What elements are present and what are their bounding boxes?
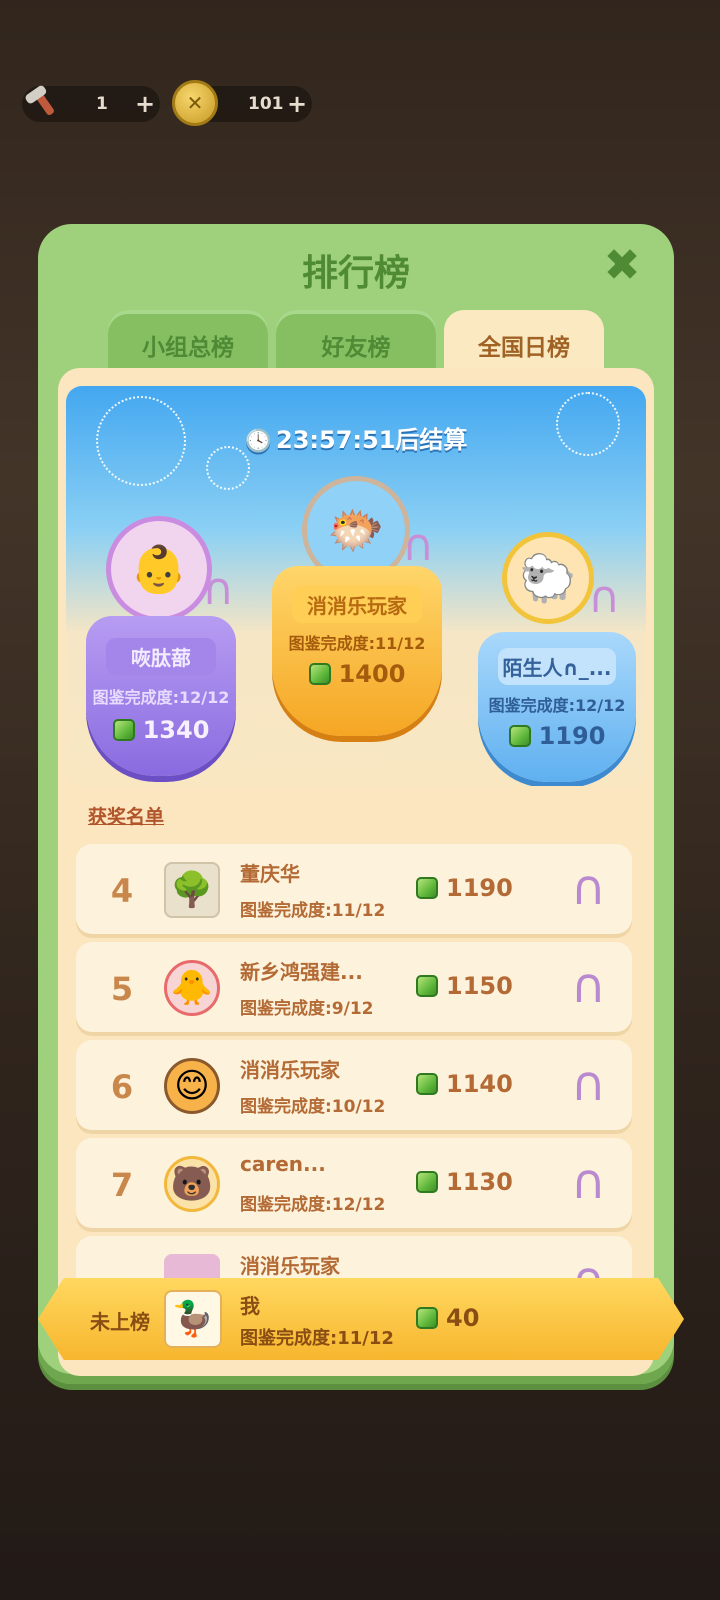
player-score: 1130: [416, 1168, 513, 1196]
avatar: 🌳: [164, 862, 220, 918]
resource-bar: 1 + ✕ 101 +: [22, 80, 312, 126]
player-score: 1140: [416, 1070, 513, 1098]
clock-icon: 🕓: [244, 429, 272, 454]
player-name: 消消乐玩家: [292, 586, 422, 623]
hammer-counter: 1 +: [22, 85, 160, 122]
player-completion: 图鉴完成度:10/12: [240, 1097, 386, 1117]
gem-icon: [416, 1073, 438, 1095]
player-name: 董庆华: [240, 862, 300, 886]
my-rank-label: 未上榜: [90, 1310, 150, 1334]
player-name: 消消乐玩家: [240, 1058, 340, 1082]
timer-suffix: 后结算: [395, 426, 468, 454]
gem-icon: [416, 877, 438, 899]
horseshoe-icon: ∩: [402, 520, 435, 571]
rank-number: 4: [110, 872, 134, 910]
add-hammer-button[interactable]: +: [130, 90, 160, 118]
list-item[interactable]: 6 😊 消消乐玩家 图鉴完成度:10/12 1140 ∩: [76, 1040, 632, 1130]
avatar: 😊: [164, 1058, 220, 1114]
gem-icon: [416, 1307, 438, 1329]
player-score: 1340: [86, 716, 236, 744]
my-avatar: 🦆: [164, 1290, 222, 1348]
player-completion: 图鉴完成度:12/12: [92, 688, 230, 707]
coin-counter: ✕ 101 +: [172, 80, 312, 126]
rank-number: 7: [110, 1166, 134, 1204]
rank-number: 5: [110, 970, 134, 1008]
list-item[interactable]: 4 🌳 董庆华 图鉴完成度:11/12 1190 ∩: [76, 844, 632, 934]
add-coin-button[interactable]: +: [282, 90, 312, 118]
player-score: 1190: [416, 874, 513, 902]
player-name: caren...: [240, 1152, 326, 1176]
player-score: 1150: [416, 972, 513, 1000]
rank-number: 6: [110, 1068, 134, 1106]
hammer-icon: [20, 80, 66, 126]
settlement-timer: 🕓 23:57:51后结算: [66, 420, 646, 455]
gem-icon: [508, 725, 531, 747]
avatar: 🐻: [164, 1156, 220, 1212]
leaderboard-content: 🕓 23:57:51后结算 👶 ∩ 咴肽蔀 图鉴完成度:12/12 1340 🐡 …: [58, 368, 654, 1376]
player-name: 消消乐玩家: [240, 1254, 340, 1278]
list-item[interactable]: 5 🐥 新乡鸿强建... 图鉴完成度:9/12 1150 ∩: [76, 942, 632, 1032]
my-score: 40: [416, 1304, 479, 1332]
horseshoe-icon: ∩: [588, 572, 621, 623]
panel-title: 排行榜: [301, 253, 410, 294]
horseshoe-icon: ∩: [570, 1154, 606, 1210]
avatar: 🐥: [164, 960, 220, 1016]
podium-area: 🕓 23:57:51后结算 👶 ∩ 咴肽蔀 图鉴完成度:12/12 1340 🐡 …: [66, 386, 646, 786]
player-score: 1400: [272, 660, 442, 688]
timer-value: 23:57:51: [276, 426, 396, 454]
player-score: 1190: [478, 722, 636, 750]
horseshoe-icon: ∩: [570, 958, 606, 1014]
horseshoe-icon: ∩: [570, 860, 606, 916]
horseshoe-icon: ∩: [202, 564, 235, 615]
coin-icon: ✕: [172, 80, 218, 126]
gem-icon: [416, 1171, 438, 1193]
my-ranking-bar[interactable]: 未上榜 🦆 我 图鉴完成度:11/12 40: [38, 1278, 684, 1360]
player-name: 咴肽蔀: [106, 638, 216, 675]
horseshoe-icon: ∩: [570, 1056, 606, 1112]
podium-second[interactable]: 👶 ∩ 咴肽蔀 图鉴完成度:12/12 1340: [86, 516, 236, 776]
my-name: 我: [240, 1294, 260, 1318]
avatar: 👶: [106, 516, 212, 622]
gem-icon: [308, 663, 331, 685]
gem-icon: [416, 975, 438, 997]
gem-icon: [112, 719, 135, 741]
close-icon[interactable]: ✖: [600, 244, 644, 288]
winners-label: 获奖名单: [88, 806, 165, 828]
my-completion: 图鉴完成度:11/12: [240, 1328, 394, 1349]
ranking-list[interactable]: 4 🌳 董庆华 图鉴完成度:11/12 1190 ∩ 5 🐥 新乡鸿强建... …: [76, 844, 632, 1334]
player-completion: 图鉴完成度:12/12: [488, 696, 626, 715]
player-completion: 图鉴完成度:11/12: [240, 901, 386, 921]
player-completion: 图鉴完成度:11/12: [288, 634, 426, 653]
player-name: 陌生人∩_...: [498, 648, 616, 685]
podium-first[interactable]: 🐡 ∩ 消消乐玩家 图鉴完成度:11/12 1400: [272, 476, 442, 736]
player-name: 新乡鸿强建...: [240, 960, 363, 984]
player-completion: 图鉴完成度:12/12: [240, 1195, 386, 1215]
list-item[interactable]: 7 🐻 caren... 图鉴完成度:12/12 1130 ∩: [76, 1138, 632, 1228]
avatar: 🐑: [502, 532, 594, 624]
player-completion: 图鉴完成度:9/12: [240, 999, 374, 1019]
leaderboard-panel: 排行榜 ✖ 小组总榜 好友榜 全国日榜 🕓 23:57:51后结算 👶 ∩ 咴肽蔀…: [38, 224, 674, 1384]
podium-third[interactable]: 🐑 ∩ 陌生人∩_... 图鉴完成度:12/12 1190: [478, 532, 636, 782]
